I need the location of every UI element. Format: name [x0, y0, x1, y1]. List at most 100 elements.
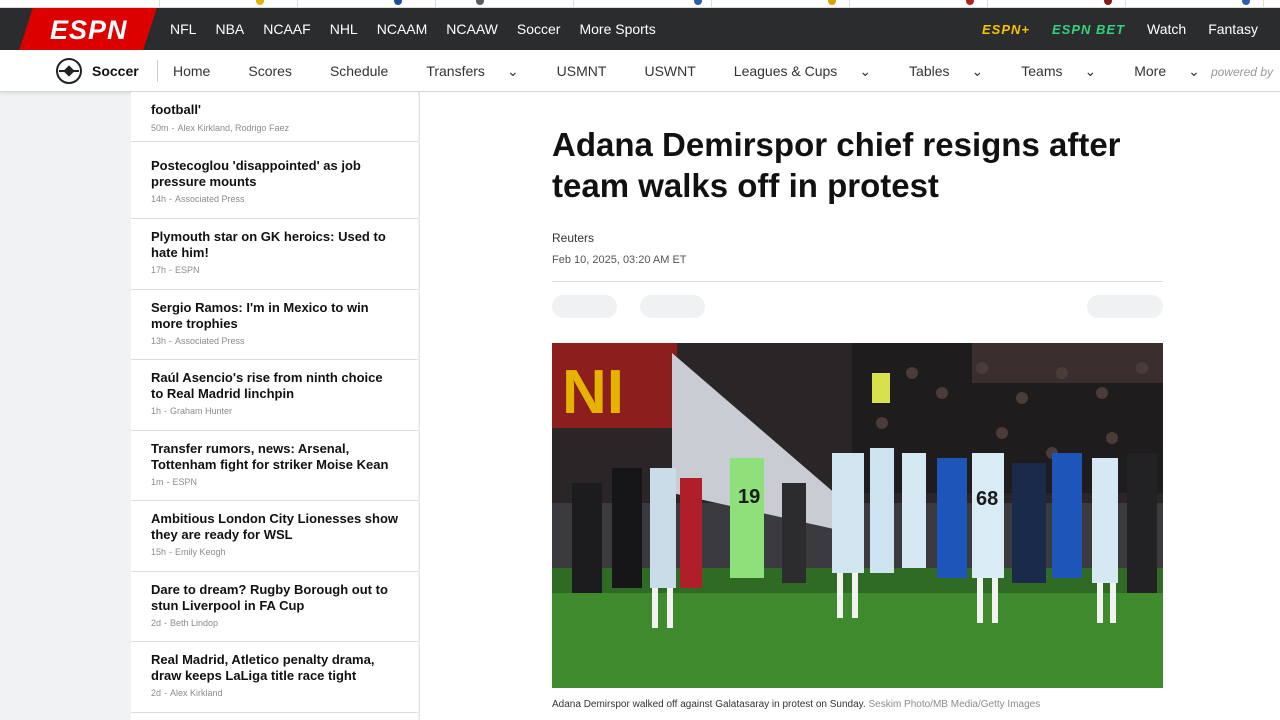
- score-cell[interactable]: [850, 0, 988, 8]
- headline-time: 1m: [151, 477, 164, 487]
- headline-meta: 17h - ESPN: [151, 265, 398, 275]
- article-byline[interactable]: Reuters: [552, 231, 594, 245]
- meta-separator: -: [171, 122, 175, 133]
- score-cell[interactable]: [436, 0, 574, 8]
- share-facebook-button[interactable]: [552, 295, 617, 318]
- headline-title[interactable]: Raúl Asencio's rise from ninth choice to…: [151, 370, 398, 401]
- scores-ticker[interactable]: [0, 0, 1280, 8]
- subnav-teams-label: Teams: [1021, 62, 1063, 79]
- espn-logo[interactable]: ESPN: [50, 15, 140, 45]
- espn-plus-link[interactable]: ESPN+: [982, 22, 1030, 37]
- subnav-transfers[interactable]: Transfers ⌄: [426, 63, 537, 80]
- headline-item[interactable]: Plymouth star on GK heroics: Used to hat…: [131, 219, 418, 290]
- chevron-down-icon: ⌄: [859, 62, 872, 79]
- nav-link-ncaaf[interactable]: NCAAF: [263, 21, 310, 37]
- subnav-transfers-label: Transfers: [426, 62, 485, 79]
- subnav-teams[interactable]: Teams ⌄: [1021, 63, 1115, 80]
- score-cell[interactable]: [988, 0, 1126, 8]
- match-photo-illustration: NI 19 68: [552, 343, 1163, 688]
- headline-meta: 1m - ESPN: [151, 477, 398, 487]
- meta-separator: -: [164, 618, 168, 628]
- headline-meta: 15h - Emily Keogh: [151, 547, 398, 557]
- subnav-title[interactable]: Soccer: [92, 63, 139, 79]
- svg-text:NI: NI: [562, 358, 624, 427]
- headline-item[interactable]: Postecoglou 'disappointed' as job pressu…: [131, 148, 418, 219]
- meta-separator: -: [164, 406, 168, 416]
- subnav-uswnt[interactable]: USWNT: [644, 63, 714, 79]
- score-cell[interactable]: [0, 0, 160, 8]
- nav-link-more-sports[interactable]: More Sports: [579, 21, 655, 37]
- headline-title[interactable]: football': [151, 102, 398, 118]
- headline-meta: 1h - Graham Hunter: [151, 406, 398, 416]
- chevron-down-icon: ⌄: [1084, 62, 1097, 79]
- subnav-schedule[interactable]: Schedule: [330, 63, 407, 79]
- soccer-subnav: Soccer Home Scores Schedule Transfers ⌄ U…: [0, 50, 1280, 92]
- score-cell[interactable]: [298, 0, 436, 8]
- headline-author: ESPN: [172, 477, 198, 487]
- subnav-home[interactable]: Home: [173, 63, 229, 79]
- headline-item[interactable]: Dare to dream? Rugby Borough out to stun…: [131, 572, 418, 642]
- headline-time: 14h: [151, 194, 167, 204]
- headline-author: Associated Press: [175, 336, 245, 346]
- meta-separator: -: [166, 477, 170, 487]
- headline-title[interactable]: Dare to dream? Rugby Borough out to stun…: [151, 582, 398, 613]
- subnav-usmnt[interactable]: USMNT: [557, 63, 626, 79]
- article-photo[interactable]: NI 19 68: [552, 343, 1163, 688]
- headline-time: 17h: [151, 265, 167, 275]
- nav-link-nfl[interactable]: NFL: [170, 21, 196, 37]
- meta-separator: -: [169, 194, 173, 204]
- subnav-divider: [157, 60, 158, 82]
- headline-item[interactable]: Ambitious London City Lionesses show the…: [131, 501, 418, 572]
- subnav-usmnt-label: USMNT: [556, 63, 607, 79]
- sport-links: NFL NBA NCAAF NHL NCAAM NCAAW Soccer Mor…: [170, 8, 675, 50]
- score-cell[interactable]: [712, 0, 850, 8]
- headline-title[interactable]: Ambitious London City Lionesses show the…: [151, 511, 398, 542]
- score-cell[interactable]: [160, 0, 298, 8]
- subnav-more[interactable]: More ⌄: [1134, 63, 1219, 80]
- headline-author: Emily Keogh: [175, 547, 226, 557]
- headline-item[interactable]: Sergio Ramos: I'm in Mexico to win more …: [131, 290, 418, 360]
- subnav-tables-label: Tables: [909, 62, 950, 79]
- headline-time: 13h: [151, 336, 167, 346]
- nav-right-links: ESPN+ ESPN BET Watch Fantasy: [960, 8, 1258, 50]
- soccer-ball-icon[interactable]: [56, 58, 82, 84]
- article-headline: Adana Demirspor chief resigns after team…: [552, 126, 1121, 204]
- headline-item[interactable]: Real Madrid, Atletico penalty drama, dra…: [131, 642, 418, 713]
- article: Adana Demirspor chief resigns after team…: [419, 92, 1280, 720]
- divider: [552, 281, 1163, 282]
- score-cell[interactable]: [1126, 0, 1264, 8]
- headline-title[interactable]: Postecoglou 'disappointed' as job pressu…: [151, 158, 398, 189]
- headline-author: Graham Hunter: [170, 406, 233, 416]
- nav-link-nhl[interactable]: NHL: [330, 21, 358, 37]
- subnav-leagues-cups[interactable]: Leagues & Cups ⌄: [734, 63, 890, 80]
- headline-item[interactable]: Transfer rumors, news: Arsenal, Tottenha…: [131, 431, 418, 501]
- score-cell[interactable]: [574, 0, 712, 8]
- meta-separator: -: [164, 688, 168, 698]
- chevron-down-icon: ⌄: [1188, 62, 1200, 79]
- nav-link-ncaaw[interactable]: NCAAW: [446, 21, 498, 37]
- headline-item[interactable]: Raúl Asencio's rise from ninth choice to…: [131, 360, 418, 431]
- espn-bet-link[interactable]: ESPN BET: [1052, 22, 1125, 37]
- comments-button[interactable]: [1087, 295, 1163, 318]
- subnav-scores[interactable]: Scores: [248, 63, 311, 79]
- share-x-button[interactable]: [640, 295, 705, 318]
- subnav-tables[interactable]: Tables ⌄: [909, 63, 1002, 80]
- headline-title[interactable]: Sergio Ramos: I'm in Mexico to win more …: [151, 300, 398, 331]
- meta-separator: -: [169, 547, 173, 557]
- headline-item[interactable]: football' 50m - Alex Kirkland, Rodrigo Fae…: [131, 92, 418, 142]
- headline-time: 2d: [151, 688, 162, 698]
- headline-meta: 2d - Alex Kirkland: [151, 688, 398, 698]
- headline-title[interactable]: Transfer rumors, news: Arsenal, Tottenha…: [151, 441, 398, 472]
- powered-by-label: powered by: [1210, 65, 1273, 79]
- headline-title[interactable]: Real Madrid, Atletico penalty drama, dra…: [151, 652, 398, 683]
- headline-title[interactable]: Plymouth star on GK heroics: Used to hat…: [151, 229, 398, 260]
- fantasy-link[interactable]: Fantasy: [1208, 21, 1258, 37]
- nav-link-nba[interactable]: NBA: [215, 21, 244, 37]
- headline-time: 2d: [151, 618, 162, 628]
- svg-text:68: 68: [976, 488, 998, 510]
- nav-link-soccer[interactable]: Soccer: [517, 21, 561, 37]
- nav-link-ncaam[interactable]: NCAAM: [377, 21, 428, 37]
- headline-time: 1h: [151, 406, 162, 416]
- watch-link[interactable]: Watch: [1147, 21, 1186, 37]
- headline-meta: 2d - Beth Lindop: [151, 618, 398, 628]
